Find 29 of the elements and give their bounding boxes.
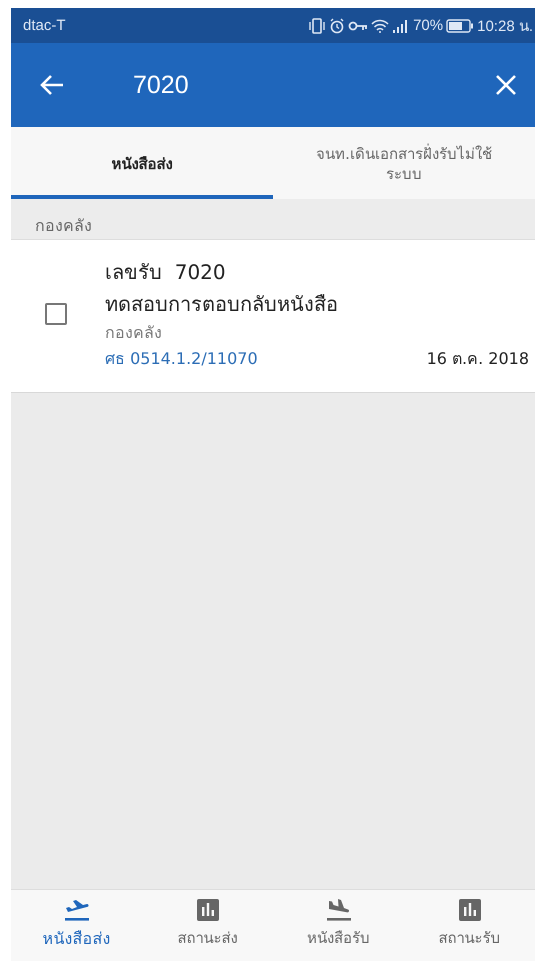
document-date: 16 ต.ค. 2018 [426, 348, 529, 370]
landing-plane-icon [324, 898, 352, 922]
back-arrow-icon [39, 74, 65, 96]
nav-label: หนังสือรับ [307, 928, 370, 949]
receive-number: เลขรับ 7020 [105, 259, 227, 286]
checkbox[interactable] [45, 303, 67, 325]
carrier-name: dtac-T [23, 17, 66, 34]
nav-label: หนังสือส่ง [42, 928, 110, 950]
wifi-icon [371, 18, 390, 32]
department-name: กองคลัง [105, 322, 163, 344]
battery-icon [446, 18, 474, 32]
document-title: ทดสอบการตอบกลับหนังสือ [105, 291, 339, 318]
nav-label: สถานะรับ [438, 928, 500, 949]
reference-number: ศธ 0514.1.2/11070 [105, 348, 258, 370]
vibrate-icon [308, 18, 326, 34]
departure-plane-icon [62, 898, 90, 922]
nav-item[interactable]: สถานะรับ [404, 890, 535, 961]
document-card[interactable]: เลขรับ 7020 ทดสอบการตอบกลับหนังสือ กองคลัง ศธ 0514.1.2/11070 16 ต.ค. 2018 [11, 240, 535, 393]
key-icon [348, 20, 368, 32]
nav-label: สถานะส่ง [178, 928, 238, 949]
clock-time: 10:28 น. [477, 16, 533, 36]
nav-item[interactable]: หนังสือรับ [273, 890, 404, 961]
battery-percent: 70% [413, 17, 444, 34]
tab[interactable]: จนท.เดินเอกสารฝั่งรับไม่ใช้ระบบ [273, 127, 535, 199]
nav-item[interactable]: หนังสือส่ง [11, 890, 142, 961]
nav-item[interactable]: สถานะส่ง [142, 890, 273, 961]
search-bar[interactable]: 7020 [11, 43, 535, 127]
alarm-icon [329, 18, 346, 34]
close-icon [495, 74, 517, 96]
